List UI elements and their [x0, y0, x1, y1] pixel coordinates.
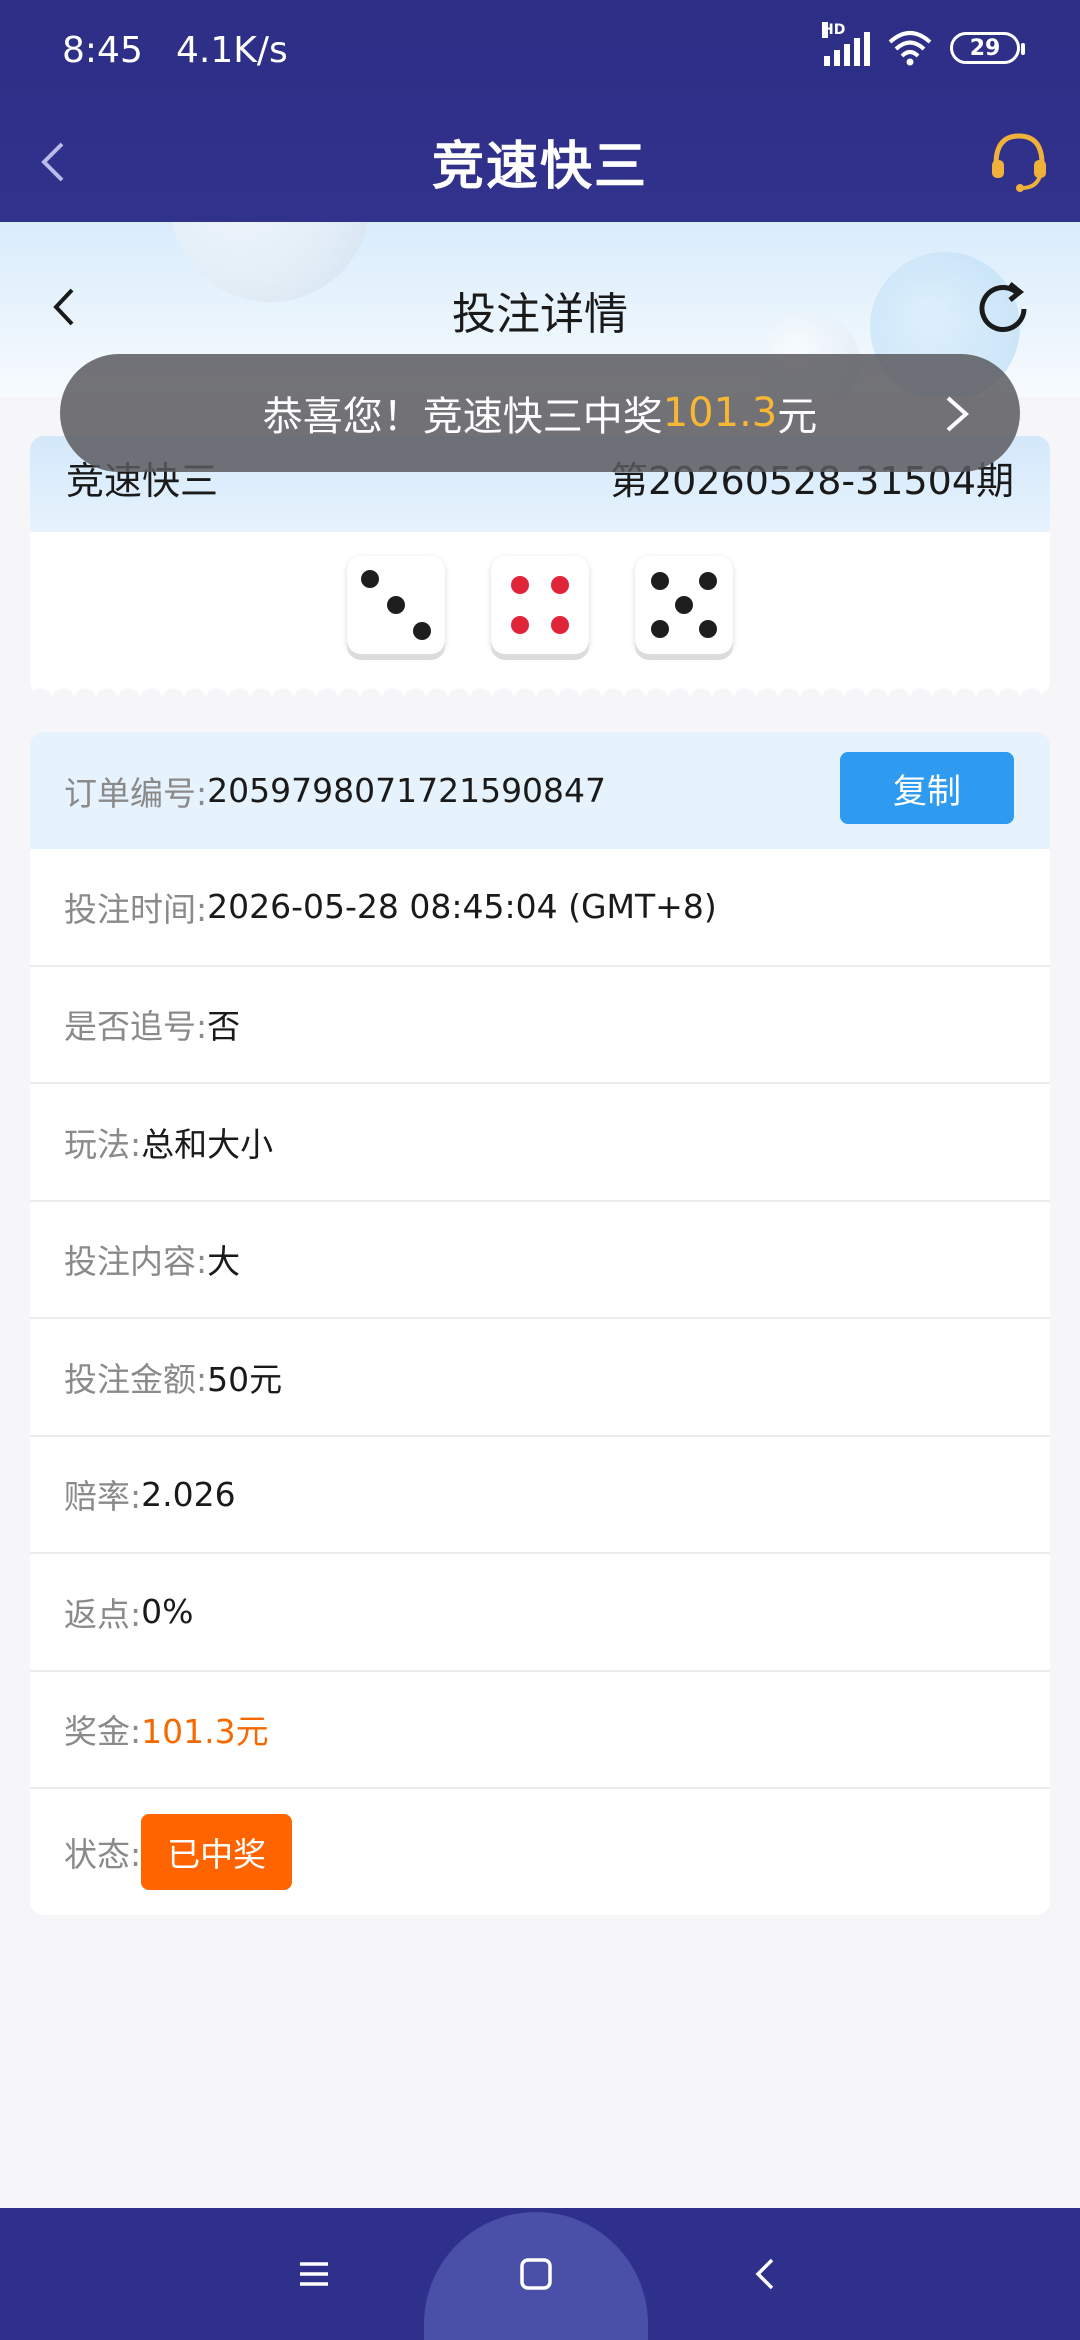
prize-label: 奖金: [64, 1712, 142, 1752]
top-bar: 8:45 4.1K/s HD 29 竞速快三 [0, 0, 1080, 222]
bet-content-label: 投注内容: [64, 1242, 208, 1282]
order-number-value: 2059798071721590847 [207, 771, 607, 810]
battery-icon: 29 [950, 32, 1025, 64]
die-3 [347, 556, 445, 654]
die-4 [491, 556, 589, 654]
refresh-icon [979, 282, 1027, 332]
chase-value: 否 [207, 1007, 241, 1047]
system-back-button[interactable] [736, 2244, 796, 2304]
chevron-left-icon [755, 2258, 774, 2290]
status-icons: HD 29 [822, 22, 1025, 66]
play-type-value: 总和大小 [141, 1124, 274, 1164]
bet-detail-list: 订单编号: 2059798071721590847 复制 投注时间: 2026-… [30, 732, 1050, 1915]
copy-button[interactable]: 复制 [840, 752, 1014, 824]
bet-amount-value: 50元 [207, 1359, 283, 1399]
wifi-icon [888, 31, 932, 66]
status-bar: 8:45 4.1K/s HD 29 [0, 0, 1080, 100]
rebate-value: 0% [141, 1592, 194, 1632]
order-number-row: 订单编号: 2059798071721590847 复制 [30, 732, 1050, 849]
die-5 [635, 556, 733, 654]
draw-result-card: 竞速快三 第20260528-31504期 [30, 436, 1050, 696]
ticket-edge [30, 682, 1050, 696]
bet-time-label: 投注时间: [64, 889, 208, 929]
dice-row [30, 556, 1050, 654]
prize-value: 101.3元 [141, 1712, 269, 1752]
bet-time-value: 2026-05-28 08:45:04 (GMT+8) [207, 887, 717, 927]
page-title: 投注详情 [452, 289, 628, 340]
order-number-label: 订单编号: [64, 773, 208, 813]
status-row: 状态: 已中奖 [30, 1789, 1050, 1915]
battery-level: 29 [969, 35, 1001, 61]
odds-row: 赔率: 2.026 [30, 1437, 1050, 1554]
refresh-button[interactable] [972, 278, 1034, 340]
status-label: 状态: [64, 1835, 142, 1874]
bet-amount-label: 投注金额: [64, 1359, 208, 1399]
chase-label: 是否追号: [64, 1007, 208, 1047]
app-nav-bar: 竞速快三 [0, 100, 1080, 222]
home-button[interactable] [506, 2244, 566, 2304]
bet-time-row: 投注时间: 2026-05-28 08:45:04 (GMT+8) [30, 849, 1050, 967]
toast-prefix: 恭喜您！竞速快三中奖 [262, 394, 663, 440]
odds-value: 2.026 [141, 1474, 236, 1514]
status-network-speed: 4.1K/s [176, 30, 288, 71]
chase-row: 是否追号: 否 [30, 967, 1050, 1084]
rebate-row: 返点: 0% [30, 1554, 1050, 1672]
network-type-label: HD [822, 22, 846, 38]
prize-row: 奖金: 101.3元 [30, 1672, 1050, 1789]
status-badge: 已中奖 [141, 1814, 293, 1890]
status-time: 8:45 [62, 30, 143, 71]
win-notification-toast[interactable]: 恭喜您！竞速快三中奖 101.3 元 [60, 354, 1020, 472]
bet-content-row: 投注内容: 大 [30, 1202, 1050, 1319]
menu-icon [300, 2262, 328, 2286]
chevron-right-icon [946, 396, 970, 432]
system-nav-bar [0, 2208, 1080, 2340]
app-title: 竞速快三 [431, 137, 648, 197]
rebate-label: 返点: [64, 1594, 142, 1634]
recent-apps-button[interactable] [284, 2244, 344, 2304]
play-type-row: 玩法: 总和大小 [30, 1084, 1050, 1202]
play-type-label: 玩法: [64, 1124, 142, 1164]
headset-icon [992, 133, 1046, 192]
toast-suffix: 元 [777, 394, 818, 440]
odds-label: 赔率: [64, 1477, 142, 1517]
signal-icon: HD [822, 22, 870, 66]
customer-service-button[interactable] [984, 126, 1054, 196]
bet-content-value: 大 [207, 1242, 241, 1282]
toast-amount: 101.3 [662, 390, 778, 436]
bet-amount-row: 投注金额: 50元 [30, 1319, 1050, 1437]
home-icon [520, 2258, 552, 2290]
